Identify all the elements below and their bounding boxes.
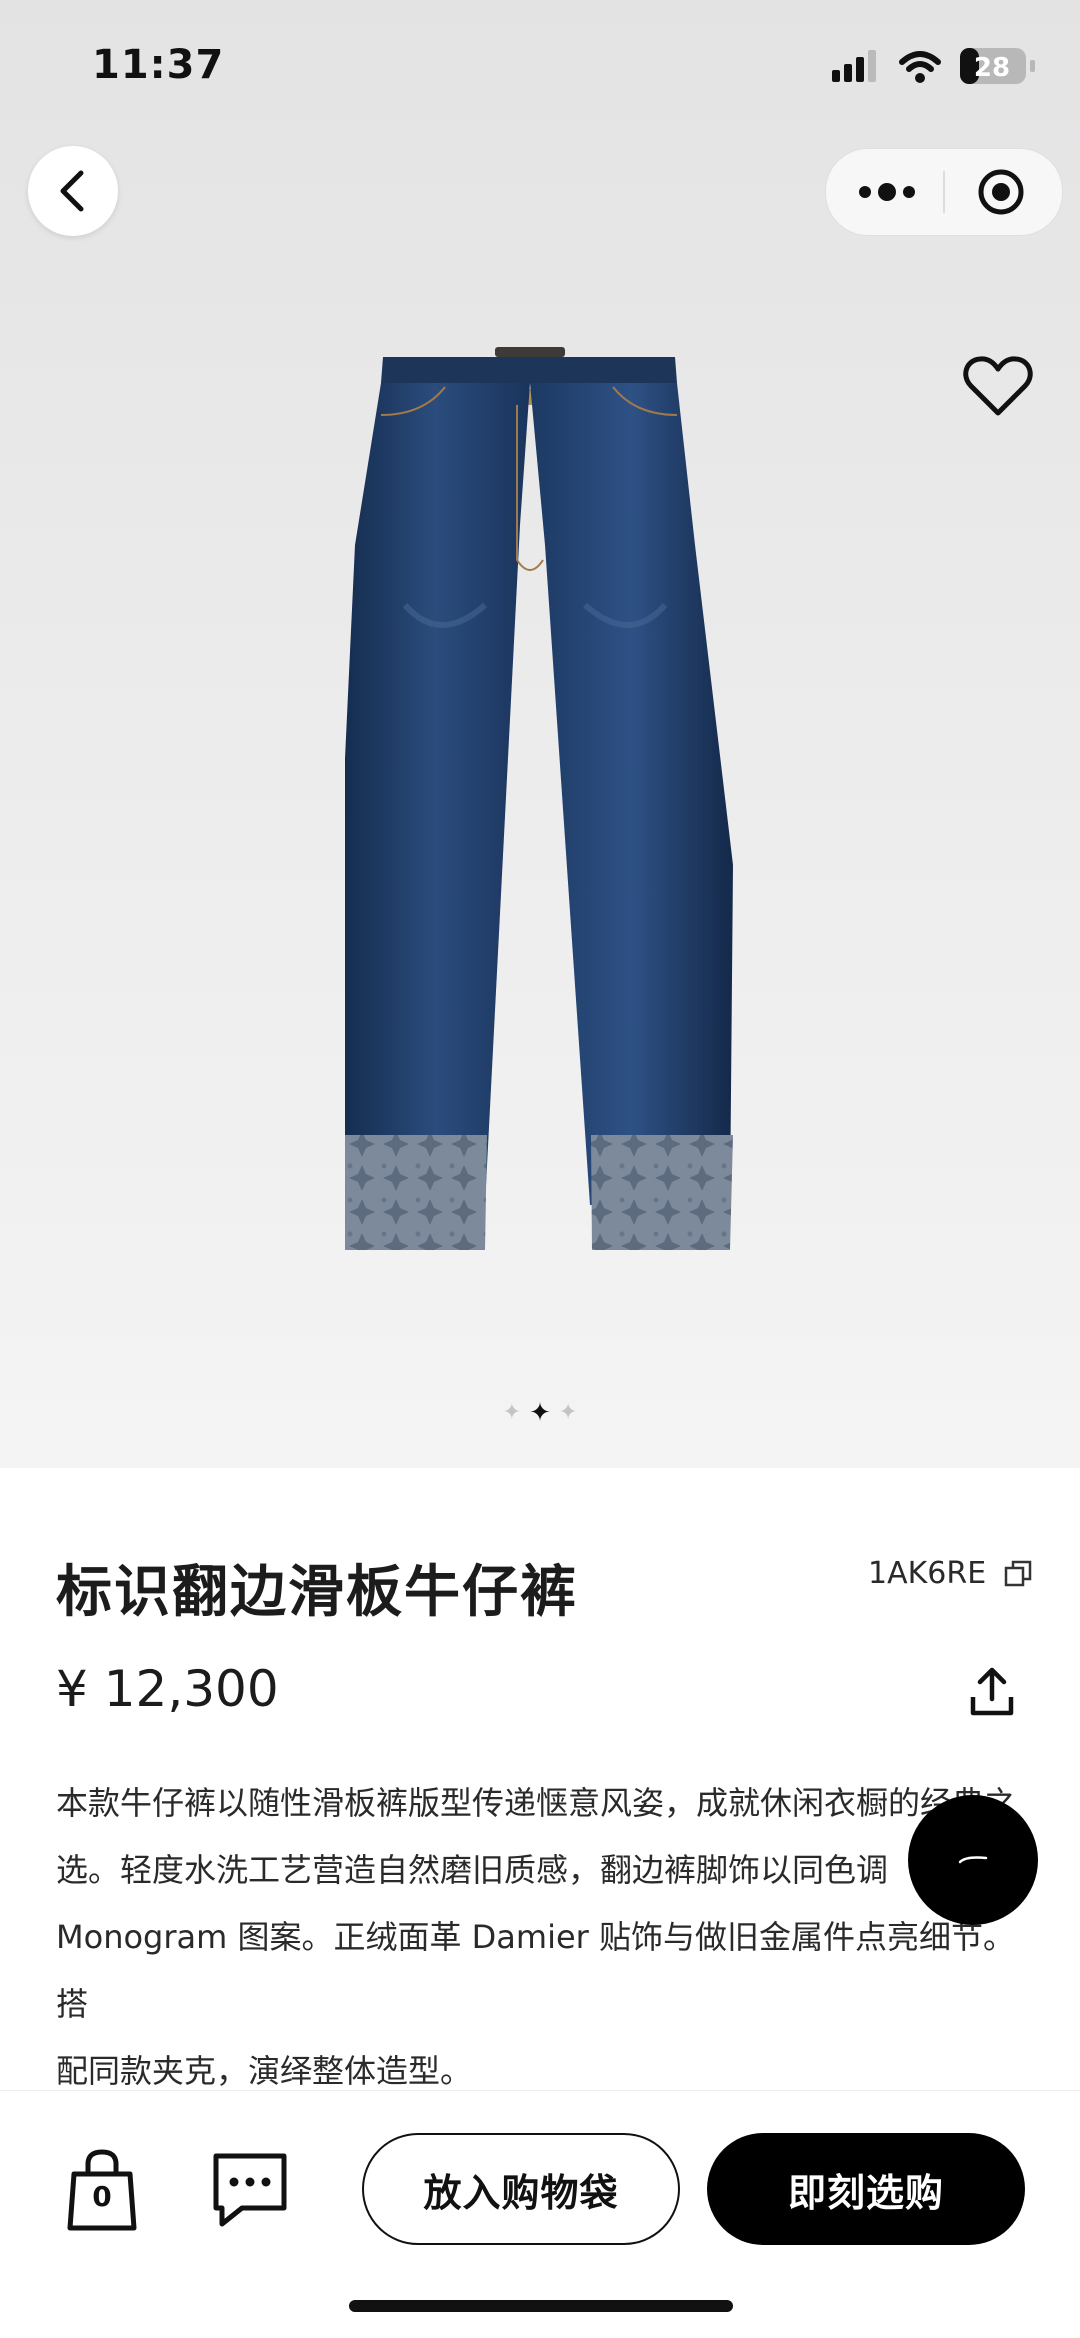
chat-icon[interactable]: [210, 2150, 290, 2230]
favorite-button[interactable]: [958, 350, 1038, 422]
back-button[interactable]: [28, 146, 118, 236]
pagination-dot-active[interactable]: ✦: [529, 1398, 551, 1428]
description-line: 选。轻度水洗工艺营造自然磨旧质感，翻边裤脚饰以同色调: [56, 1851, 889, 1889]
status-time: 11:37: [92, 42, 225, 88]
close-button[interactable]: [966, 167, 1036, 217]
description-line: Monogram 图案。正绒面革 Damier 贴饰与做旧金属件点亮细节。搭: [56, 1918, 1015, 2023]
buy-now-button[interactable]: 即刻选购: [707, 2133, 1025, 2245]
sku-text: 1AK6RE: [868, 1556, 987, 1591]
target-close-icon: [978, 169, 1024, 215]
more-dots-icon: [859, 183, 915, 201]
heart-icon: [963, 356, 1033, 416]
copy-icon[interactable]: [1004, 1560, 1032, 1588]
wifi-icon: [899, 51, 941, 83]
product-price: ¥ 12,300: [56, 1660, 279, 1718]
product-image-jeans[interactable]: [345, 345, 735, 1250]
pagination-dot[interactable]: ✦: [559, 1398, 577, 1428]
pagination-dot[interactable]: ✦: [503, 1398, 521, 1428]
floating-assistant-button[interactable]: [908, 1795, 1038, 1925]
more-button[interactable]: [852, 169, 922, 215]
share-icon: [970, 1667, 1014, 1716]
status-icons: 28: [832, 48, 1035, 84]
signal-icon: [832, 50, 876, 82]
share-button[interactable]: [962, 1662, 1022, 1722]
battery-level: 28: [974, 53, 1010, 83]
minimize-icon: [958, 1856, 988, 1864]
product-description: 本款牛仔裤以随性滑板裤版型传递惬意风姿，成就休闲衣橱的经典之 选。轻度水洗工艺营…: [56, 1770, 1024, 2105]
add-to-bag-button[interactable]: 放入购物袋: [362, 2133, 680, 2245]
miniprogram-capsule: [825, 148, 1063, 236]
home-indicator[interactable]: [349, 2300, 733, 2312]
image-pagination[interactable]: ✦ ✦ ✦: [495, 1398, 585, 1428]
capsule-divider: [943, 171, 945, 213]
product-title: 标识翻边滑板牛仔裤: [56, 1560, 578, 1625]
chevron-left-icon: [60, 170, 84, 212]
description-line: 本款牛仔裤以随性滑板裤版型传递惬意风姿，成就休闲衣橱的经典之: [56, 1784, 1017, 1822]
product-sku[interactable]: 1AK6RE: [868, 1556, 1032, 1591]
bag-count: 0: [92, 2180, 112, 2213]
